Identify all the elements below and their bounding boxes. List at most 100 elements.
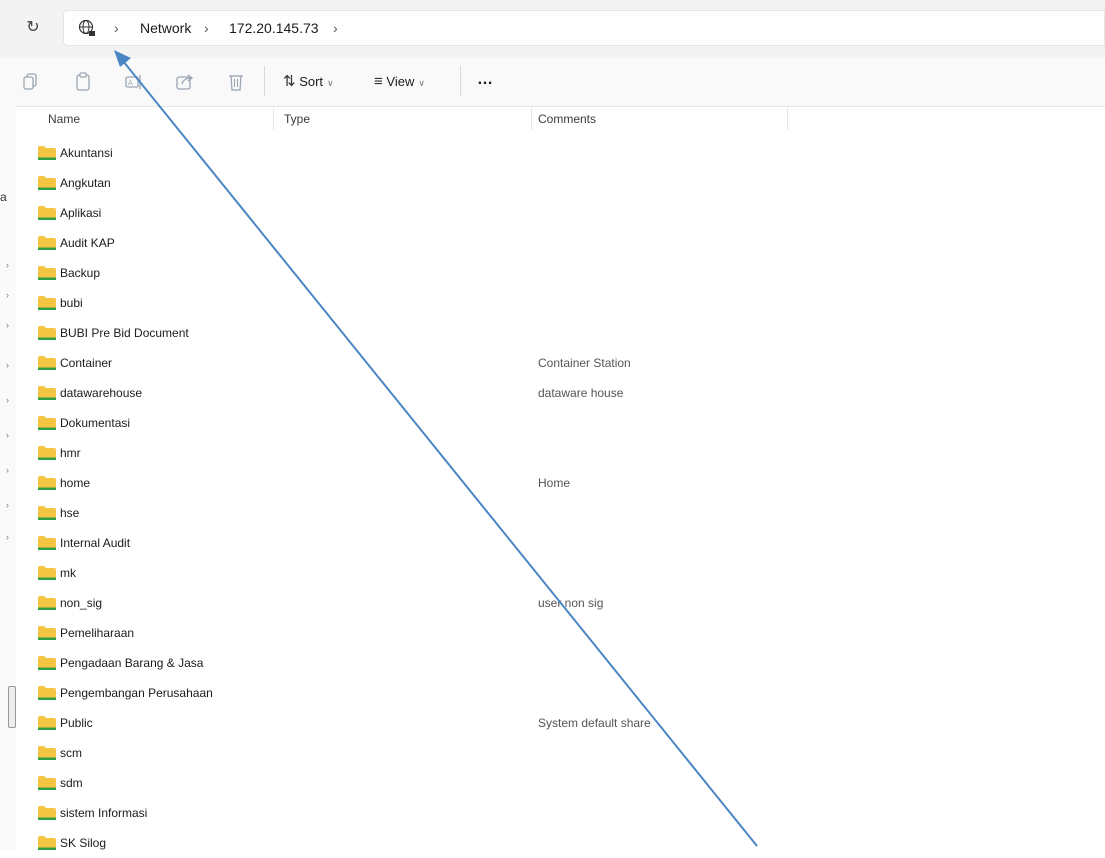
view-button[interactable]: ≡ View ∨	[374, 69, 425, 95]
folder-icon	[38, 506, 56, 520]
expand-chevron-icon[interactable]: ›	[6, 320, 9, 330]
column-name[interactable]: Name	[48, 106, 80, 132]
list-item[interactable]: Dokumentasi	[17, 408, 1105, 438]
list-item[interactable]: Audit KAP	[17, 228, 1105, 258]
list-item[interactable]: Pemeliharaan	[17, 618, 1105, 648]
file-list: Akuntansi Angkutan Aplikasi Audit KAP Backup…	[17, 138, 1105, 858]
folder-icon	[38, 386, 56, 400]
expand-chevron-icon[interactable]: ›	[6, 260, 9, 270]
file-name: hmr	[60, 446, 81, 460]
file-name: Pemeliharaan	[60, 626, 135, 640]
expand-chevron-icon[interactable]: ›	[6, 290, 9, 300]
share-icon[interactable]	[174, 71, 196, 93]
file-name: home	[60, 476, 91, 490]
folder-icon	[38, 476, 56, 490]
folder-icon	[38, 836, 56, 850]
folder-icon	[38, 296, 56, 310]
list-item[interactable]: sistem Informasi	[17, 798, 1105, 828]
expand-chevron-icon[interactable]: ›	[6, 465, 9, 475]
list-item[interactable]: hmr	[17, 438, 1105, 468]
folder-icon	[38, 356, 56, 370]
folder-icon	[38, 236, 56, 250]
folder-icon	[38, 566, 56, 580]
file-comment: Container Station	[538, 356, 631, 370]
list-item[interactable]: scm	[17, 738, 1105, 768]
column-divider[interactable]	[787, 108, 788, 130]
rename-icon[interactable]: A	[123, 71, 145, 93]
list-item[interactable]: home Home	[17, 468, 1105, 498]
breadcrumb[interactable]: › Network › 172.20.145.73 ›	[63, 10, 1105, 46]
folder-icon	[38, 716, 56, 730]
file-name: hse	[60, 506, 80, 520]
folder-icon	[38, 776, 56, 790]
list-item[interactable]: Container Container Station	[17, 348, 1105, 378]
refresh-icon[interactable]: ↻	[22, 17, 44, 39]
sort-icon: ⇅	[283, 73, 296, 90]
list-item[interactable]: Pengembangan Perusahaan	[17, 678, 1105, 708]
chevron-right-icon: ›	[114, 20, 119, 36]
more-options-button[interactable]: …	[477, 67, 493, 93]
copy-path-icon[interactable]	[21, 71, 43, 93]
list-item[interactable]: SK Silog	[17, 828, 1105, 858]
folder-icon	[38, 746, 56, 760]
file-name: Angkutan	[60, 176, 111, 190]
list-item[interactable]: non_sig user non sig	[17, 588, 1105, 618]
list-item[interactable]: datawarehouse dataware house	[17, 378, 1105, 408]
column-divider[interactable]	[531, 108, 532, 130]
file-name: Audit KAP	[60, 236, 115, 250]
file-name: scm	[60, 746, 82, 760]
list-item[interactable]: sdm	[17, 768, 1105, 798]
file-comment: user non sig	[538, 596, 604, 610]
folder-icon	[38, 536, 56, 550]
file-name: Container	[60, 356, 113, 370]
file-name: Pengembangan Perusahaan	[60, 686, 213, 700]
navigation-pane-text: a	[0, 190, 7, 204]
expand-chevron-icon[interactable]: ›	[6, 532, 9, 542]
list-item[interactable]: mk	[17, 558, 1105, 588]
expand-chevron-icon[interactable]: ›	[6, 500, 9, 510]
folder-icon	[38, 446, 56, 460]
scrollbar-thumb[interactable]	[8, 686, 16, 728]
list-item[interactable]: Internal Audit	[17, 528, 1105, 558]
sort-button[interactable]: ⇅ Sort ∨	[283, 69, 334, 95]
list-item[interactable]: Public System default share	[17, 708, 1105, 738]
sort-label: Sort	[299, 74, 324, 89]
file-name: sistem Informasi	[60, 806, 148, 820]
list-item[interactable]: BUBI Pre Bid Document	[17, 318, 1105, 348]
list-item[interactable]: Aplikasi	[17, 198, 1105, 228]
file-name: Akuntansi	[60, 146, 113, 160]
list-item[interactable]: Angkutan	[17, 168, 1105, 198]
file-name: Pengadaan Barang & Jasa	[60, 656, 204, 670]
paste-icon[interactable]	[72, 71, 94, 93]
list-item[interactable]: Akuntansi	[17, 138, 1105, 168]
list-item[interactable]: bubi	[17, 288, 1105, 318]
file-name: mk	[60, 566, 76, 580]
address-bar: ↻ › Network › 172.20.145.73 ›	[0, 0, 1105, 58]
folder-icon	[38, 206, 56, 220]
list-item[interactable]: hse	[17, 498, 1105, 528]
chevron-right-icon[interactable]: ›	[333, 11, 338, 45]
list-item[interactable]: Pengadaan Barang & Jasa	[17, 648, 1105, 678]
chevron-down-icon: ∨	[418, 78, 425, 88]
file-name: Backup	[60, 266, 101, 280]
folder-icon	[38, 326, 56, 340]
column-comments[interactable]: Comments	[538, 106, 596, 132]
chevron-right-icon: ›	[204, 20, 209, 36]
delete-icon[interactable]	[225, 71, 247, 93]
globe-network-icon[interactable]	[78, 19, 96, 37]
expand-chevron-icon[interactable]: ›	[6, 430, 9, 440]
column-divider[interactable]	[273, 108, 274, 130]
chevron-down-icon: ∨	[327, 78, 334, 88]
list-item[interactable]: Backup	[17, 258, 1105, 288]
file-name: bubi	[60, 296, 83, 310]
breadcrumb-host[interactable]: 172.20.145.73	[229, 11, 319, 45]
file-comment: dataware house	[538, 386, 624, 400]
folder-icon	[38, 416, 56, 430]
expand-chevron-icon[interactable]: ›	[6, 395, 9, 405]
column-type[interactable]: Type	[284, 106, 310, 132]
view-icon: ≡	[374, 73, 383, 90]
breadcrumb-network[interactable]: Network	[140, 11, 191, 45]
expand-chevron-icon[interactable]: ›	[6, 360, 9, 370]
file-name: Internal Audit	[60, 536, 131, 550]
folder-icon	[38, 266, 56, 280]
